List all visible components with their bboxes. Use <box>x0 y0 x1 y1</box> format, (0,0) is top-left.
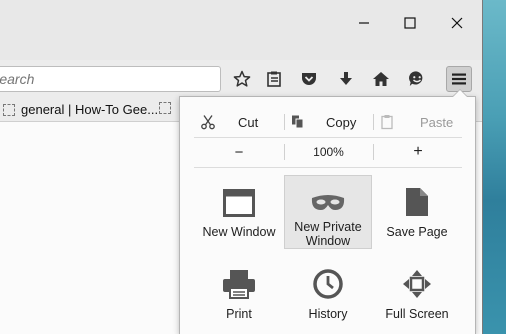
cut-button[interactable]: Cut <box>200 107 284 137</box>
full-screen-button[interactable]: Full Screen <box>373 257 461 331</box>
edit-controls: Cut Copy Paste <box>194 107 462 138</box>
zoom-reset-button[interactable]: 100% <box>284 137 373 167</box>
hello-chat-button[interactable] <box>404 66 430 92</box>
bookmarks-list-icon <box>267 71 281 87</box>
page-icon <box>406 188 428 216</box>
close-button[interactable] <box>440 12 474 34</box>
copy-icon <box>292 115 304 129</box>
maximize-icon <box>404 17 416 29</box>
print-label: Print <box>226 307 252 321</box>
menu-panel: Cut Copy Paste − 100% + New Window New P <box>179 96 476 334</box>
bookmark-star-button[interactable] <box>229 66 255 92</box>
divider <box>373 114 374 130</box>
zoom-in-button[interactable]: + <box>374 137 462 167</box>
pocket-icon <box>302 73 316 85</box>
minus-icon: − <box>234 143 244 161</box>
close-icon <box>451 17 463 29</box>
clipboard-icon <box>381 115 393 130</box>
zoom-out-button[interactable]: − <box>194 137 284 167</box>
panel-arrow-fill <box>453 90 467 97</box>
paste-button[interactable]: Paste <box>380 107 462 137</box>
scissors-icon <box>201 115 215 130</box>
new-window-label: New Window <box>202 225 276 239</box>
hamburger-menu-icon <box>452 73 466 85</box>
minimize-icon <box>359 22 369 24</box>
search-input[interactable] <box>0 68 200 90</box>
downloads-button[interactable] <box>333 66 359 92</box>
bookmark-item[interactable]: general | How-To Gee... <box>3 102 158 117</box>
new-private-window-button[interactable]: New Private Window <box>284 175 372 249</box>
divider <box>284 114 285 130</box>
default-favicon-icon <box>159 102 171 114</box>
pocket-button[interactable] <box>296 66 322 92</box>
download-arrow-icon <box>340 72 352 85</box>
plus-icon: + <box>413 143 423 160</box>
clock-icon <box>313 269 343 299</box>
window-icon <box>223 189 255 217</box>
printer-icon <box>223 270 255 299</box>
new-window-button[interactable]: New Window <box>195 175 283 249</box>
chat-smiley-icon <box>409 71 423 86</box>
copy-label: Copy <box>326 114 357 130</box>
home-icon <box>373 72 389 86</box>
fullscreen-icon <box>403 270 431 298</box>
new-private-window-label: New Private Window <box>294 220 362 248</box>
full-screen-label: Full Screen <box>385 307 449 321</box>
bookmark-item[interactable] <box>159 102 171 114</box>
history-label: History <box>308 307 348 321</box>
home-button[interactable] <box>368 66 394 92</box>
zoom-controls: − 100% + <box>194 137 462 168</box>
bookmarks-menu-button[interactable] <box>261 66 287 92</box>
print-button[interactable]: Print <box>195 257 283 331</box>
star-icon <box>233 70 251 87</box>
default-favicon-icon <box>3 103 15 116</box>
cut-label: Cut <box>238 114 259 130</box>
zoom-level: 100% <box>313 145 344 159</box>
mask-icon <box>311 195 345 210</box>
save-page-button[interactable]: Save Page <box>373 175 461 249</box>
desktop-wallpaper <box>482 0 506 334</box>
minimize-button[interactable] <box>347 12 381 34</box>
history-button[interactable]: History <box>284 257 372 331</box>
save-page-label: Save Page <box>386 225 448 239</box>
copy-button[interactable]: Copy <box>290 107 374 137</box>
maximize-button[interactable] <box>393 12 427 34</box>
bookmark-label: general | How-To Gee... <box>21 102 159 117</box>
paste-label: Paste <box>420 114 454 130</box>
search-bar[interactable] <box>0 66 221 92</box>
title-bar <box>0 0 482 60</box>
